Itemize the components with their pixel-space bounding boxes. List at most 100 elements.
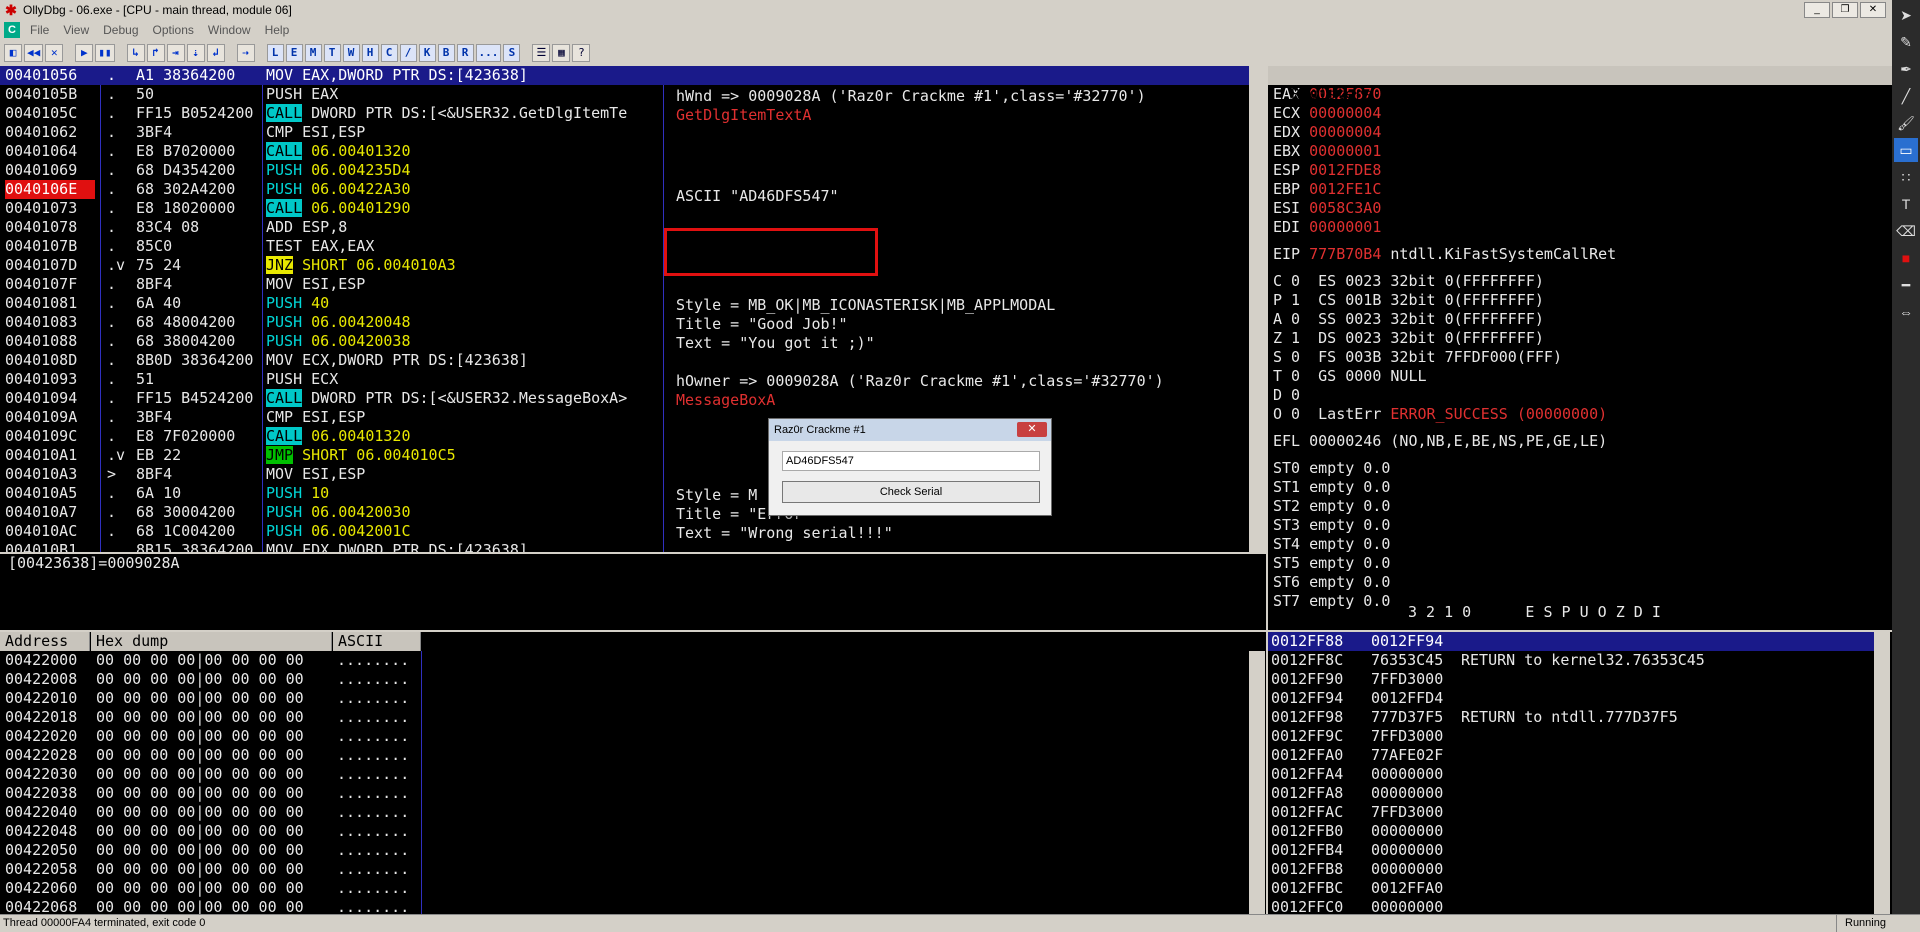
- toolbar-window-button[interactable]: E: [285, 44, 303, 62]
- register-value[interactable]: 0012FE1C: [1309, 180, 1381, 198]
- toolbar-window-button[interactable]: W: [342, 44, 360, 62]
- cursor-icon[interactable]: ➤: [1894, 3, 1918, 27]
- stack-row[interactable]: 0012FF9C 7FFD3000: [1268, 727, 1874, 746]
- toolbar-window-button[interactable]: /: [399, 44, 417, 62]
- disasm-row[interactable]: 004010A7. 68 30004200 PUSH 06.00420030: [0, 503, 1249, 522]
- register-value[interactable]: 00000004: [1309, 123, 1381, 141]
- register-value[interactable]: 00000001: [1309, 142, 1381, 160]
- register-value[interactable]: 0012FDE8: [1309, 161, 1381, 179]
- text-icon[interactable]: T: [1894, 192, 1918, 216]
- menu-debug[interactable]: Debug: [97, 23, 146, 37]
- toolbar-button[interactable]: ▶: [75, 44, 94, 62]
- stack-scrollbar[interactable]: [1874, 632, 1890, 914]
- register-row[interactable]: ESI 0058C3A0: [1268, 199, 1892, 218]
- toolbar-button[interactable]: ◀◀: [24, 44, 44, 62]
- stack-row[interactable]: 0012FFB8 00000000: [1268, 860, 1874, 879]
- toolbar-button[interactable]: ↱: [146, 44, 165, 62]
- stack-row[interactable]: 0012FF94 0012FFD4: [1268, 689, 1874, 708]
- toolbar-button[interactable]: ⇢: [236, 44, 255, 62]
- toolbar-window-button[interactable]: M: [304, 44, 322, 62]
- register-value[interactable]: 777B70B4: [1309, 245, 1381, 263]
- toolbar-window-button[interactable]: ...: [475, 44, 502, 62]
- toolbar-extra-button[interactable]: ?: [572, 44, 591, 62]
- disasm-row[interactable]: 00401081. 6A 40 PUSH 40: [0, 294, 1249, 313]
- disasm-row[interactable]: 004010AC. 68 1C004200 PUSH 06.0042001C: [0, 522, 1249, 541]
- dump-header-address[interactable]: Address: [0, 632, 90, 651]
- toolbar-window-button[interactable]: L: [266, 44, 284, 62]
- toolbar-button[interactable]: ▮▮: [95, 44, 115, 62]
- register-value[interactable]: 00000001: [1309, 218, 1381, 236]
- disasm-row[interactable]: 00401078. 83C4 08 ADD ESP,8: [0, 218, 1249, 237]
- disasm-row[interactable]: 00401094. FF15 B4524200 CALL DWORD PTR DS:…: [0, 389, 1249, 408]
- fpu-row[interactable]: ST4 empty 0.0: [1268, 535, 1892, 554]
- stack-row[interactable]: 0012FFA4 00000000: [1268, 765, 1874, 784]
- pencil-icon[interactable]: ✎: [1894, 30, 1918, 54]
- disasm-row[interactable]: 004010A1 .v EB 22 JMP SHORT 06.004010C5: [0, 446, 1249, 465]
- fpu-row[interactable]: ST0 empty 0.0: [1268, 459, 1892, 478]
- disasm-row[interactable]: 004010A3 >8BF4 MOV ESI,ESP: [0, 465, 1249, 484]
- flag-segment-row[interactable]: D 0: [1268, 386, 1892, 405]
- disassembly-scrollbar[interactable]: [1249, 66, 1250, 552]
- flag-segment-row[interactable]: Z 1 DS 0023 32bit 0(FFFFFFFF): [1268, 329, 1892, 348]
- stack-row[interactable]: 0012FF88 0012FF94: [1268, 632, 1874, 651]
- dump-header-hexdump[interactable]: Hex dump: [91, 632, 332, 651]
- toolbar-button[interactable]: ↲: [206, 44, 225, 62]
- efl-row[interactable]: EFL 00000246 (NO,NB,E,BE,NS,PE,GE,LE): [1268, 432, 1892, 451]
- toolbar-window-button[interactable]: R: [456, 44, 474, 62]
- disasm-row[interactable]: 00401064. E8 B7020000 CALL 06.00401320: [0, 142, 1249, 161]
- toolbar-window-button[interactable]: S: [503, 44, 521, 62]
- expand-icon[interactable]: ⇔: [1894, 300, 1918, 324]
- rectangle-icon[interactable]: ▭: [1894, 138, 1918, 162]
- toolbar-window-button[interactable]: H: [361, 44, 379, 62]
- disasm-row[interactable]: 00401088. 68 38004200 PUSH 06.00420038: [0, 332, 1249, 351]
- flag-segment-row[interactable]: C 0 ES 0023 32bit 0(FFFFFFFF): [1268, 272, 1892, 291]
- toolbar-button[interactable]: ⇣: [186, 44, 205, 62]
- menu-options[interactable]: Options: [147, 23, 202, 37]
- flag-segment-row[interactable]: P 1 CS 001B 32bit 0(FFFFFFFF): [1268, 291, 1892, 310]
- color-swatch-icon[interactable]: ■: [1894, 246, 1918, 270]
- toolbar-button[interactable]: ↳: [126, 44, 145, 62]
- eraser-icon[interactable]: ⌫: [1894, 219, 1918, 243]
- serial-input[interactable]: AD46DFS547: [782, 451, 1040, 471]
- disasm-row[interactable]: 004010A5. 6A 10 PUSH 10: [0, 484, 1249, 503]
- toolbar-button[interactable]: ✕: [45, 44, 64, 62]
- registers-nav-arrows[interactable]: < < < < <: [1668, 104, 1858, 123]
- register-row[interactable]: EDI 00000001: [1268, 218, 1892, 237]
- register-value[interactable]: 00000004: [1309, 104, 1381, 122]
- dump-scrollbar[interactable]: [1249, 651, 1265, 914]
- toolbar-button[interactable]: ⇥: [166, 44, 185, 62]
- register-row[interactable]: EDX 00000004: [1268, 123, 1892, 142]
- disasm-row[interactable]: 004010B1. 8B15 38364200 MOV EDX,DWORD PTR …: [0, 541, 1249, 552]
- disasm-row[interactable]: 0040107F. 8BF4 MOV ESI,ESP: [0, 275, 1249, 294]
- stack-pane[interactable]: 0012FF88 0012FF94 0012FF8C 76353C45 RETURN t…: [1268, 632, 1892, 914]
- toolbar-extra-button[interactable]: ▦: [552, 44, 571, 62]
- menu-help[interactable]: Help: [259, 23, 298, 37]
- line-width-icon[interactable]: ━: [1894, 273, 1918, 297]
- disasm-row[interactable]: 00401056. A1 38364200 MOV EAX,DWORD PTR DS…: [0, 66, 1249, 85]
- disasm-row[interactable]: 00401073. E8 18020000 CALL 06.00401290: [0, 199, 1249, 218]
- line-icon[interactable]: ╱: [1894, 84, 1918, 108]
- stack-row[interactable]: 0012FFC0 00000000: [1268, 898, 1874, 914]
- stack-row[interactable]: 0012FFBC 0012FFA0: [1268, 879, 1874, 898]
- pen-icon[interactable]: ✒: [1894, 57, 1918, 81]
- register-value[interactable]: 0058C3A0: [1309, 199, 1381, 217]
- disasm-row[interactable]: 0040105C. FF15 B0524200 CALL DWORD PTR DS:…: [0, 104, 1249, 123]
- dump-header-ascii[interactable]: ASCII: [333, 632, 421, 651]
- disassembly-pane[interactable]: 00401056. A1 38364200 MOV EAX,DWORD PTR DS…: [0, 66, 1250, 552]
- disasm-row[interactable]: 0040106E. 68 302A4200 PUSH 06.00422A30: [0, 180, 1249, 199]
- stack-row[interactable]: 0012FFA8 00000000: [1268, 784, 1874, 803]
- brush-icon[interactable]: 🖌: [1894, 111, 1918, 135]
- disasm-row[interactable]: 0040109A. 3BF4 CMP ESI,ESP: [0, 408, 1249, 427]
- disasm-row[interactable]: 00401069. 68 D4354200 PUSH 06.004235D4: [0, 161, 1249, 180]
- flag-segment-row[interactable]: A 0 SS 0023 32bit 0(FFFFFFFF): [1268, 310, 1892, 329]
- dialog-close-button[interactable]: ✕: [1017, 422, 1047, 437]
- fpu-row[interactable]: ST5 empty 0.0: [1268, 554, 1892, 573]
- hex-dump-pane[interactable]: Address Hex dump ASCII 00422000 00 00 00 …: [0, 632, 1266, 914]
- toolbar-extra-button[interactable]: ☰: [532, 44, 551, 62]
- disasm-row[interactable]: 00401062. 3BF4 CMP ESI,ESP: [0, 123, 1249, 142]
- stack-row[interactable]: 0012FF98 777D37F5 RETURN to ntdll.777D37F5: [1268, 708, 1874, 727]
- fpu-row[interactable]: ST2 empty 0.0: [1268, 497, 1892, 516]
- register-row[interactable]: ESP 0012FDE8: [1268, 161, 1892, 180]
- stack-row[interactable]: 0012FF90 7FFD3000: [1268, 670, 1874, 689]
- check-serial-button[interactable]: Check Serial: [782, 481, 1040, 503]
